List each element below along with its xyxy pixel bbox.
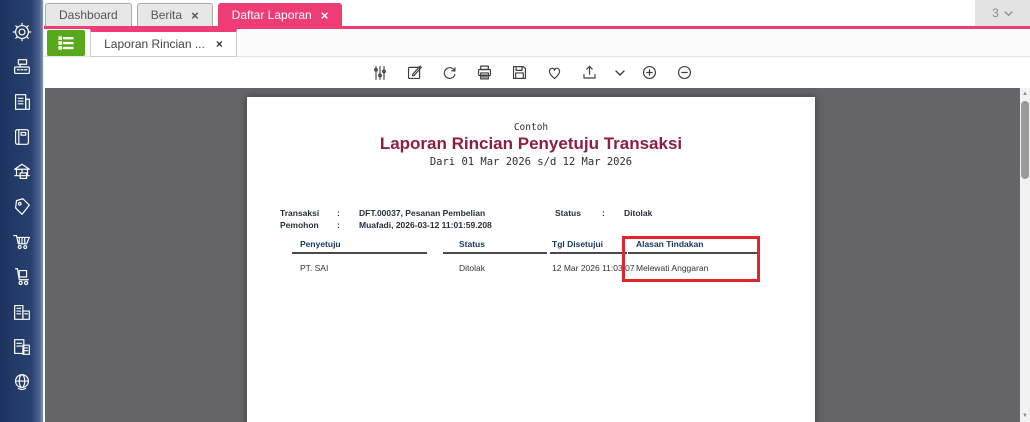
shopping-cart-icon[interactable] bbox=[4, 224, 39, 259]
close-icon[interactable]: × bbox=[216, 37, 223, 51]
field-label: Transaksi bbox=[280, 208, 337, 218]
report-date-range: Dari 01 Mar 2026 s/d 12 Mar 2026 bbox=[247, 156, 815, 168]
tax-document-icon[interactable] bbox=[4, 329, 39, 364]
report-watermark: Contoh bbox=[247, 122, 815, 133]
approver-table: Penyetuju PT. SAI Status Ditolak Tgl Dis… bbox=[247, 239, 815, 299]
vertical-scrollbar[interactable]: ▲ ▼ bbox=[1020, 88, 1030, 422]
tab-label: Daftar Laporan bbox=[232, 8, 312, 22]
field-label: Pemohon bbox=[280, 220, 337, 230]
save-icon[interactable] bbox=[509, 62, 531, 84]
report-title: Laporan Rincian Penyetuju Transaksi bbox=[247, 134, 815, 154]
field-status: Status : Ditolak bbox=[555, 207, 652, 219]
table-cell: Melewati Anggaran bbox=[628, 263, 757, 273]
table-column-alasan-tindakan: Alasan Tindakan Melewati Anggaran bbox=[628, 239, 757, 273]
scroll-up-arrow-icon[interactable]: ▲ bbox=[1020, 88, 1030, 100]
edit-icon[interactable] bbox=[404, 62, 426, 84]
main-tab-bar: Dashboard Berita × Daftar Laporan × 3 bbox=[44, 0, 1030, 29]
report-fields-left: Transaksi : DFT.00037, Pesanan Pembelian… bbox=[280, 207, 492, 231]
print-icon[interactable] bbox=[474, 62, 496, 84]
office-building-icon[interactable] bbox=[4, 294, 39, 329]
table-cell: 12 Mar 2026 11:03:07 bbox=[550, 263, 627, 273]
field-separator: : bbox=[337, 220, 359, 230]
sliders-icon[interactable] bbox=[369, 62, 391, 84]
chevron-down-icon bbox=[1004, 10, 1013, 17]
table-cell: Ditolak bbox=[443, 263, 547, 273]
cash-register-icon[interactable] bbox=[4, 49, 39, 84]
report-toolbar bbox=[44, 57, 1020, 88]
tab-berita[interactable]: Berita × bbox=[137, 3, 213, 26]
column-header: Status bbox=[443, 239, 547, 254]
tab-dashboard[interactable]: Dashboard bbox=[45, 3, 132, 26]
field-separator: : bbox=[602, 208, 624, 218]
globe-icon[interactable] bbox=[4, 364, 39, 399]
field-value: DFT.00037, Pesanan Pembelian bbox=[359, 208, 485, 218]
report-viewer: Contoh Laporan Rincian Penyetuju Transak… bbox=[45, 88, 1020, 422]
report-fields-right: Status : Ditolak bbox=[555, 207, 652, 219]
table-column-status: Status Ditolak bbox=[443, 239, 547, 273]
field-separator: : bbox=[337, 208, 359, 218]
field-pemohon: Pemohon : Muafadi, 2026-03-12 11:01:59.2… bbox=[280, 219, 492, 231]
zoom-out-icon[interactable] bbox=[674, 62, 696, 84]
table-column-penyetuju: Penyetuju PT. SAI bbox=[292, 239, 427, 273]
table-cell: PT. SAI bbox=[292, 263, 427, 273]
hand-truck-icon[interactable] bbox=[4, 259, 39, 294]
tab-label: Laporan Rincian ... bbox=[104, 37, 205, 51]
refresh-icon[interactable] bbox=[439, 62, 461, 84]
report-list-button[interactable] bbox=[47, 30, 85, 56]
field-transaksi: Transaksi : DFT.00037, Pesanan Pembelian bbox=[280, 207, 492, 219]
price-tag-icon[interactable] bbox=[4, 189, 39, 224]
zoom-in-icon[interactable] bbox=[639, 62, 661, 84]
favorite-icon[interactable] bbox=[544, 62, 566, 84]
column-header: Penyetuju bbox=[292, 239, 427, 254]
bank-icon[interactable] bbox=[4, 154, 39, 189]
scroll-down-arrow-icon[interactable]: ▼ bbox=[1020, 410, 1030, 422]
report-tab-bar: Laporan Rincian ... × bbox=[44, 29, 1030, 57]
column-header: Tgl Disetujui bbox=[550, 239, 627, 254]
chevron-down-icon[interactable] bbox=[614, 62, 626, 84]
tab-daftar-laporan[interactable]: Daftar Laporan × bbox=[218, 3, 343, 26]
export-icon[interactable] bbox=[579, 62, 601, 84]
tab-overflow-count: 3 bbox=[992, 6, 999, 20]
sidebar bbox=[0, 0, 44, 422]
table-column-tgl-disetujui: Tgl Disetujui 12 Mar 2026 11:03:07 bbox=[550, 239, 627, 273]
gear-icon[interactable] bbox=[4, 14, 39, 49]
report-page: Contoh Laporan Rincian Penyetuju Transak… bbox=[247, 97, 815, 422]
field-value: Muafadi, 2026-03-12 11:01:59.208 bbox=[359, 220, 492, 230]
close-icon[interactable]: × bbox=[321, 9, 329, 22]
tab-overflow-dropdown[interactable]: 3 bbox=[975, 0, 1030, 26]
app-window: Dashboard Berita × Daftar Laporan × 3 La… bbox=[0, 0, 1030, 422]
field-value: Ditolak bbox=[624, 208, 652, 218]
tab-label: Berita bbox=[151, 8, 182, 22]
tab-label: Dashboard bbox=[59, 8, 118, 22]
close-icon[interactable]: × bbox=[191, 9, 199, 22]
list-icon bbox=[57, 35, 75, 51]
tab-laporan-rincian[interactable]: Laporan Rincian ... × bbox=[90, 29, 237, 57]
field-label: Status bbox=[555, 208, 602, 218]
scrollbar-thumb[interactable] bbox=[1021, 101, 1029, 179]
column-header: Alasan Tindakan bbox=[628, 239, 757, 254]
journal-book-icon[interactable] bbox=[4, 119, 39, 154]
company-report-icon[interactable] bbox=[4, 84, 39, 119]
